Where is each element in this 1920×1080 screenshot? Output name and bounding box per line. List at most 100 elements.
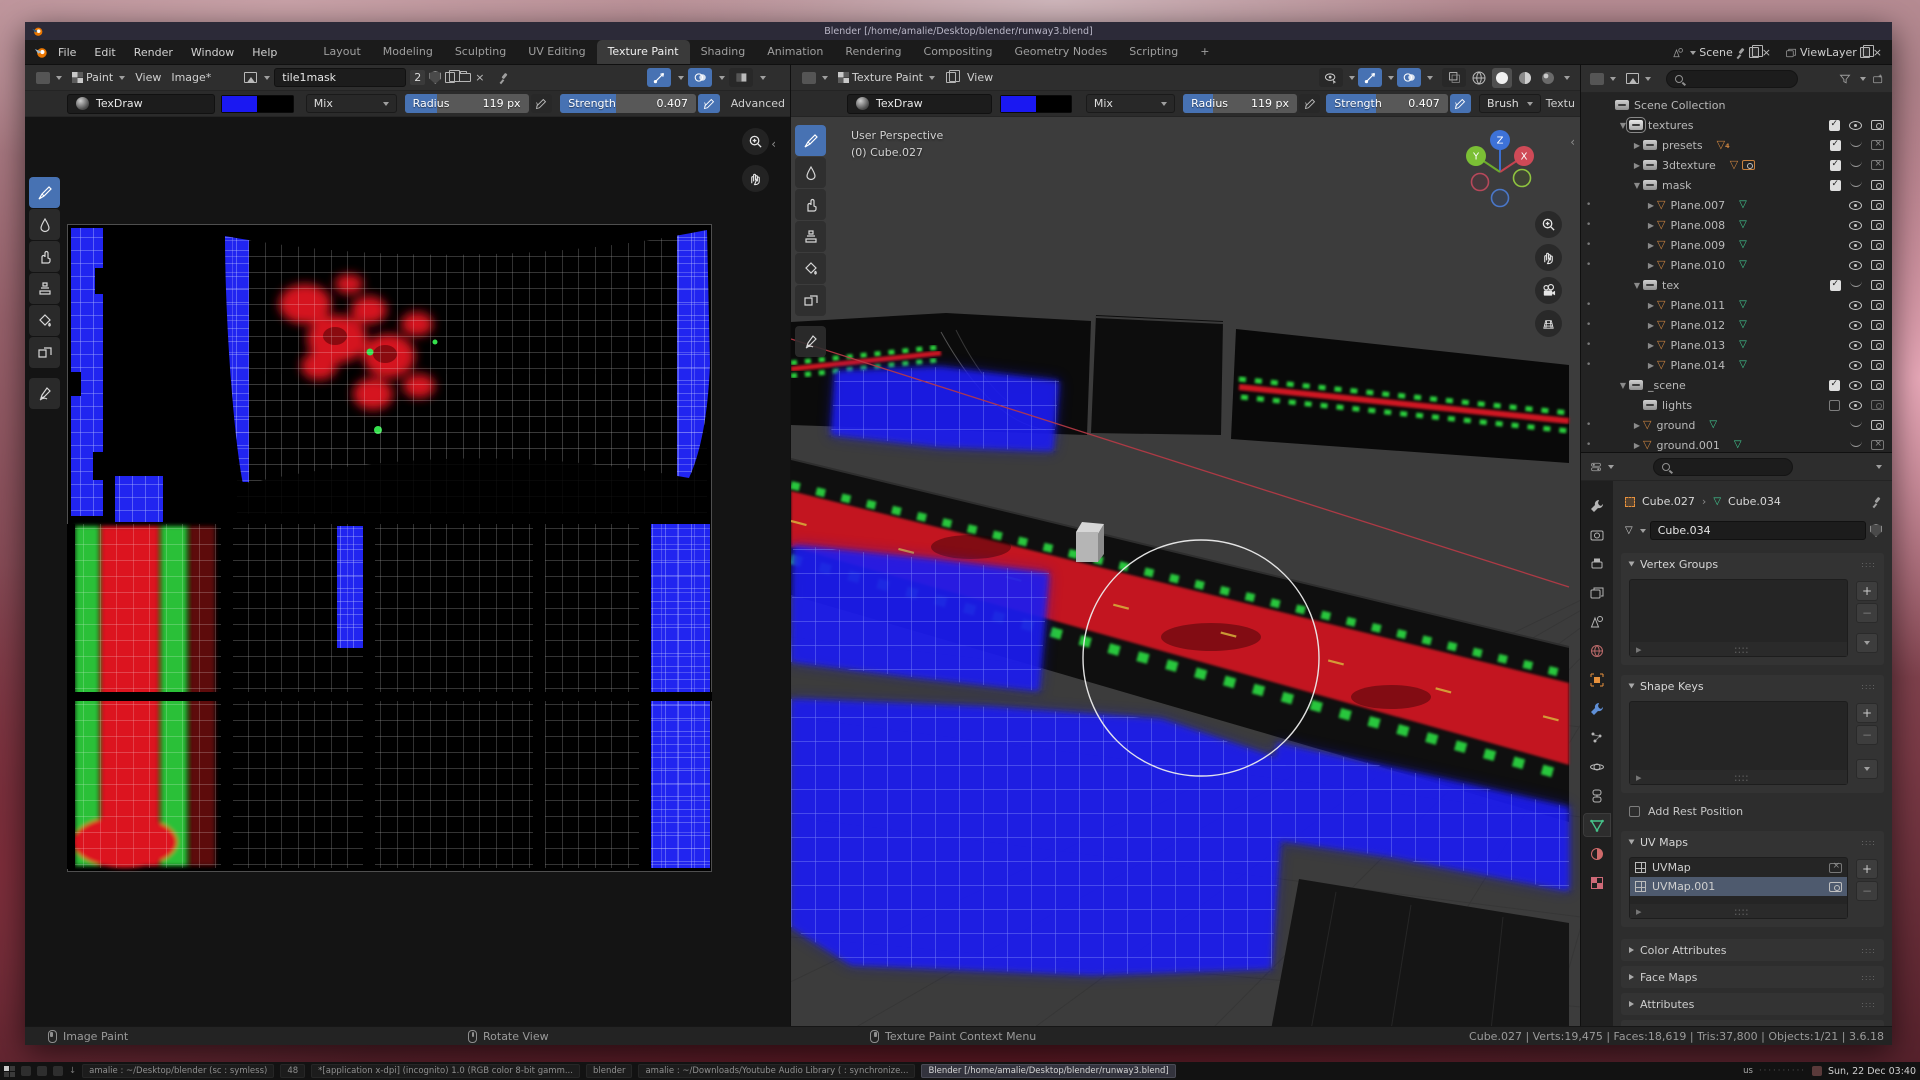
expander-icon[interactable]: ▶ [1645,241,1657,250]
outliner-item-label[interactable]: Plane.009 [1670,239,1725,252]
hide-viewport-eye-icon[interactable] [1849,261,1862,270]
expander-icon[interactable]: ▶ [1631,141,1643,150]
viewport-tool-smear[interactable] [795,189,826,220]
taskbar-window[interactable]: blender [586,1064,633,1078]
menu-render[interactable]: Render [125,42,182,63]
render-excluded-camera-icon[interactable] [1871,140,1884,150]
outliner-item-label[interactable]: 3dtexture [1662,159,1716,172]
viewport-canvas[interactable]: User Perspective (0) Cube.027 Z X Y ‹ [791,117,1580,1026]
disable-render-camera-icon[interactable] [1871,180,1884,190]
menu-image[interactable]: Image* [166,68,216,87]
pan-hand-button[interactable] [742,165,769,192]
overlays-toggle[interactable] [688,68,712,87]
expander-icon[interactable]: ▶ [1631,421,1643,430]
hide-viewport-eye-icon[interactable] [1849,401,1862,410]
scene-pin-icon[interactable] [1736,48,1746,58]
outliner-item-label[interactable]: Plane.011 [1670,299,1725,312]
outliner-item-label[interactable]: presets [1662,139,1703,152]
properties-pin-icon[interactable] [1872,497,1882,507]
pin-image-icon[interactable] [499,73,509,83]
image-tool-smear[interactable] [29,241,60,272]
outliner-item-label[interactable]: Plane.008 [1670,219,1725,232]
expander-icon[interactable]: ▶ [1645,221,1657,230]
properties-tab-material[interactable] [1584,843,1610,865]
outliner-row-plane-014[interactable]: •▶▽Plane.014▽ [1581,355,1892,375]
vertex-groups-header[interactable]: Vertex Groups:::: [1621,553,1884,575]
uv-paint-image[interactable] [67,224,712,872]
editor-type-button[interactable] [31,69,67,87]
tab-sculpting[interactable]: Sculpting [444,40,517,64]
taskbar-window[interactable]: amalie : ~/Downloads/Youtube Audio Libra… [638,1064,915,1078]
outliner-item-label[interactable]: Scene Collection [1634,99,1725,112]
radius-slider[interactable]: Radius119 px [405,94,529,113]
outliner-row-plane-009[interactable]: •▶▽Plane.009▽ [1581,235,1892,255]
tab-modeling[interactable]: Modeling [372,40,444,64]
panel-collapsed-color-attributes[interactable]: Color Attributes:::: [1621,939,1884,961]
menu-edit[interactable]: Edit [85,42,124,63]
navigation-gizmo[interactable]: Z X Y [1458,126,1542,210]
hide-viewport-eye-icon[interactable] [1849,241,1862,250]
properties-tab-world[interactable] [1584,640,1610,662]
panel-collapsed-attributes[interactable]: Attributes:::: [1621,993,1884,1015]
outliner-row-scene[interactable]: ▼_scene [1581,375,1892,395]
shape-keys-header[interactable]: Shape Keys:::: [1621,675,1884,697]
enable-checkbox[interactable] [1830,160,1841,171]
region-collapse-arrow[interactable]: ‹ [771,137,776,151]
tab-texture-paint[interactable]: Texture Paint [597,40,690,64]
shading-material-button[interactable] [1515,68,1535,88]
uv-map-row[interactable]: UVMap [1630,858,1847,877]
expander-icon[interactable]: ▶ [1631,161,1643,170]
properties-tab-modifiers[interactable] [1584,698,1610,720]
disable-render-camera-icon[interactable] [1871,320,1884,330]
texture-slot-icon[interactable] [946,72,956,83]
brush-color-swatch[interactable] [221,95,294,113]
viewport-tool-mask[interactable] [795,285,826,316]
enable-checkbox[interactable] [1830,140,1841,151]
vertex-groups-list[interactable]: ▸:::: [1629,579,1848,657]
enable-checkbox[interactable] [1829,120,1840,131]
uv-render-toggle-off-icon[interactable] [1829,863,1842,873]
outliner-item-label[interactable]: Plane.007 [1670,199,1725,212]
viewport-tool-draw[interactable] [795,125,826,156]
disable-render-camera-icon[interactable] [1871,360,1884,370]
properties-tab-constraints[interactable] [1584,785,1610,807]
uv-map-name[interactable]: UVMap [1652,861,1691,874]
properties-tab-tool[interactable] [1584,495,1610,517]
fake-user-icon[interactable] [429,71,441,84]
hide-viewport-eye-icon[interactable] [1849,321,1862,330]
viewport-pan-hand-button[interactable] [1535,244,1562,271]
new-image-icon[interactable] [445,72,455,83]
tab-compositing[interactable]: Compositing [913,40,1004,64]
properties-tab-object-data[interactable] [1584,814,1610,836]
taskbar-app-icon[interactable] [21,1066,31,1076]
viewport-editor-type-button[interactable] [797,69,833,87]
viewport-radius-slider[interactable]: Radius119 px [1183,94,1297,113]
expander-icon[interactable]: ▼ [1631,281,1643,290]
panel-grip[interactable]: :::: [1861,838,1876,847]
uv-map-remove-button[interactable]: − [1856,881,1878,901]
image-name-field[interactable]: tile1mask [274,68,406,87]
outliner-row-plane-012[interactable]: •▶▽Plane.012▽ [1581,315,1892,335]
scene-unlink-icon[interactable]: × [1762,46,1771,59]
shape-key-add-button[interactable]: + [1856,703,1878,723]
outliner-row-presets[interactable]: ▶presets▽₄ [1581,135,1892,155]
enable-checkbox[interactable] [1830,280,1841,291]
viewport-mode-dropdown[interactable]: Texture Paint [833,68,940,87]
outliner-item-label[interactable]: _scene [1648,379,1686,392]
tab-animation[interactable]: Animation [756,40,834,64]
viewport-tool-soften[interactable] [795,157,826,188]
uv-map-name[interactable]: UVMap.001 [1652,880,1715,893]
workspace-pager[interactable] [4,1066,15,1077]
outliner-row-plane-013[interactable]: •▶▽Plane.013▽ [1581,335,1892,355]
disable-render-camera-icon[interactable] [1871,280,1884,290]
expander-icon[interactable]: ▶ [1645,321,1657,330]
outliner-editor-type-button[interactable] [1585,70,1621,88]
hidden-viewport-eye-icon[interactable] [1850,441,1862,447]
filter-icon[interactable] [1839,73,1851,85]
menu-file[interactable]: File [49,42,85,63]
add-rest-position-checkbox[interactable] [1629,806,1640,817]
expander-icon[interactable]: ▶ [1645,361,1657,370]
mesh-browse-caret[interactable] [1640,529,1646,533]
list-filter-expand[interactable]: ▸ [1636,771,1642,784]
breadcrumb-data[interactable]: Cube.034 [1728,495,1781,508]
